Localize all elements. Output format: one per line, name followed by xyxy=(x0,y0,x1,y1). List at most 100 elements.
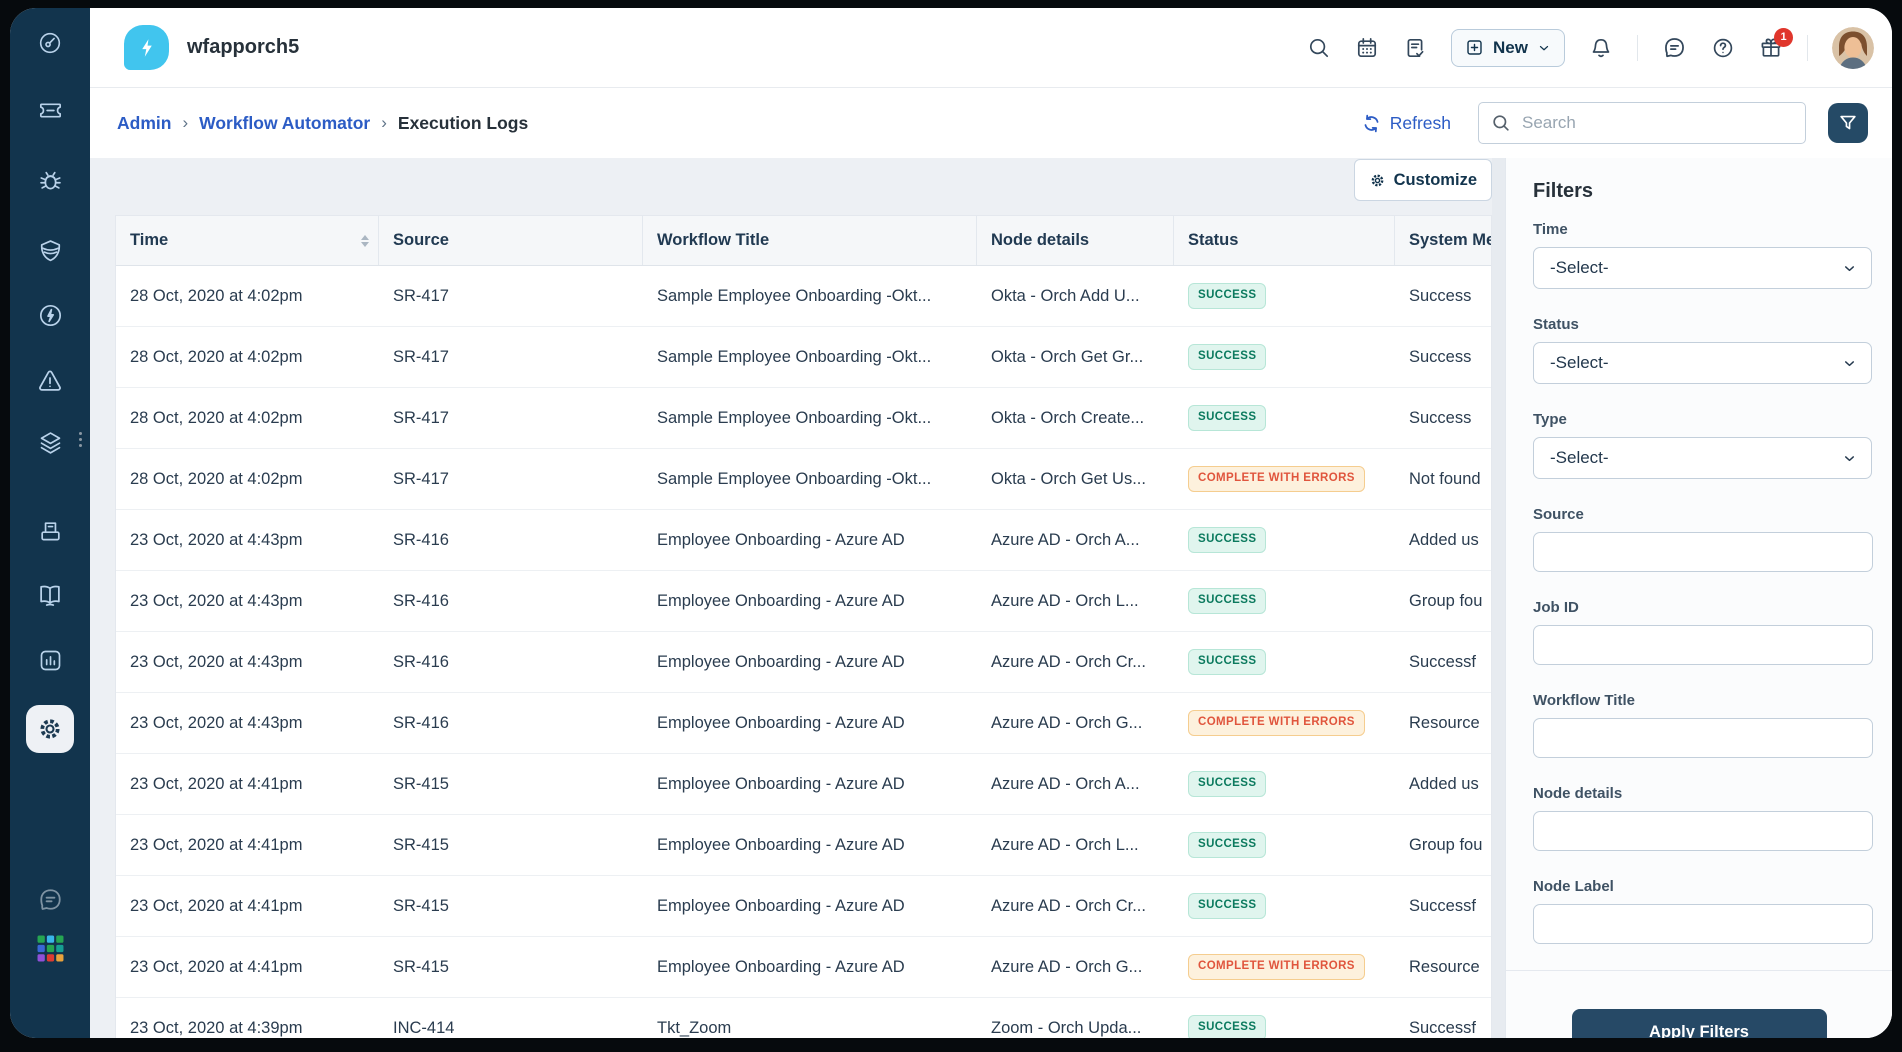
apply-filters-button[interactable]: Apply Filters xyxy=(1572,1009,1827,1038)
cell-status: COMPLETE WITH ERRORS xyxy=(1174,449,1395,509)
cell-time: 23 Oct, 2020 at 4:43pm xyxy=(116,632,379,692)
printer-icon[interactable] xyxy=(26,507,74,555)
shield-icon[interactable] xyxy=(26,226,74,274)
feedback-icon[interactable] xyxy=(1662,35,1687,60)
column-header-source[interactable]: Source xyxy=(379,216,643,265)
table-row[interactable]: 28 Oct, 2020 at 4:02pmSR-417Sample Emplo… xyxy=(116,388,1491,449)
table-row[interactable]: 28 Oct, 2020 at 4:02pmSR-417Sample Emplo… xyxy=(116,327,1491,388)
bug-icon[interactable] xyxy=(26,156,74,204)
status-badge: SUCCESS xyxy=(1188,893,1266,919)
cell-node-details: Azure AD - Orch G... xyxy=(977,937,1174,997)
table-row[interactable]: 23 Oct, 2020 at 4:41pmSR-415Employee Onb… xyxy=(116,876,1491,937)
table-row[interactable]: 23 Oct, 2020 at 4:39pmINC-414Tkt_ZoomZoo… xyxy=(116,998,1491,1038)
cell-node-details: Azure AD - Orch G... xyxy=(977,693,1174,753)
table-row[interactable]: 23 Oct, 2020 at 4:43pmSR-416Employee Onb… xyxy=(116,632,1491,693)
cell-node-details: Azure AD - Orch Cr... xyxy=(977,876,1174,936)
cell-workflow-title: Sample Employee Onboarding -Okt... xyxy=(643,327,977,387)
chevron-down-icon xyxy=(1842,451,1857,466)
search-icon[interactable] xyxy=(1307,36,1331,60)
app-grid-icon[interactable] xyxy=(26,924,74,972)
new-button[interactable]: New xyxy=(1451,29,1565,67)
cell-source: SR-417 xyxy=(379,449,643,509)
avatar[interactable] xyxy=(1832,27,1874,69)
gift-badge: 1 xyxy=(1774,28,1793,47)
customize-button[interactable]: Customize xyxy=(1354,159,1492,201)
breadcrumb: Admin › Workflow Automator › Execution L… xyxy=(90,88,1892,158)
bar-chart-icon[interactable] xyxy=(26,636,74,684)
sort-icon[interactable] xyxy=(361,235,369,247)
column-header-time[interactable]: Time xyxy=(116,216,379,265)
table-row[interactable]: 28 Oct, 2020 at 4:02pmSR-417Sample Emplo… xyxy=(116,266,1491,327)
column-header-workflow-title[interactable]: Workflow Title xyxy=(643,216,977,265)
gear-icon[interactable] xyxy=(26,705,74,753)
bolt-circle-icon[interactable] xyxy=(26,291,74,339)
cell-workflow-title: Tkt_Zoom xyxy=(643,998,977,1038)
sidebar-drag-handle[interactable] xyxy=(79,432,82,447)
column-header-node-details[interactable]: Node details xyxy=(977,216,1174,265)
cell-workflow-title: Employee Onboarding - Azure AD xyxy=(643,632,977,692)
cell-time: 23 Oct, 2020 at 4:43pm xyxy=(116,571,379,631)
search-input[interactable] xyxy=(1520,112,1793,134)
node-label-filter-input[interactable] xyxy=(1533,904,1873,944)
cell-source: SR-417 xyxy=(379,327,643,387)
table-row[interactable]: 23 Oct, 2020 at 4:43pmSR-416Employee Onb… xyxy=(116,693,1491,754)
gauge-icon[interactable] xyxy=(26,19,74,67)
status-badge: SUCCESS xyxy=(1188,832,1266,858)
cell-status: COMPLETE WITH ERRORS xyxy=(1174,693,1395,753)
divider xyxy=(1637,35,1638,61)
node-details-filter-label: Node details xyxy=(1533,785,1872,802)
cell-source: SR-417 xyxy=(379,388,643,448)
cell-time: 28 Oct, 2020 at 4:02pm xyxy=(116,266,379,326)
search-icon xyxy=(1491,113,1511,133)
status-badge: SUCCESS xyxy=(1188,344,1266,370)
cell-time: 23 Oct, 2020 at 4:41pm xyxy=(116,937,379,997)
cell-source: SR-417 xyxy=(379,266,643,326)
table-row[interactable]: 23 Oct, 2020 at 4:43pmSR-416Employee Onb… xyxy=(116,571,1491,632)
table-row[interactable]: 28 Oct, 2020 at 4:02pmSR-417Sample Emplo… xyxy=(116,449,1491,510)
workflow-title-filter-input[interactable] xyxy=(1533,718,1873,758)
sidebar xyxy=(10,8,90,1038)
type-filter-select[interactable]: -Select- xyxy=(1533,437,1872,479)
breadcrumb-link-admin[interactable]: Admin xyxy=(117,113,171,134)
app-title: wfapporch5 xyxy=(187,36,299,59)
table-row[interactable]: 23 Oct, 2020 at 4:43pmSR-416Employee Onb… xyxy=(116,510,1491,571)
time-filter-select[interactable]: -Select- xyxy=(1533,247,1872,289)
calendar-icon[interactable] xyxy=(1355,36,1379,60)
app-logo[interactable] xyxy=(124,25,169,70)
tasks-icon[interactable] xyxy=(1403,36,1427,60)
status-badge: SUCCESS xyxy=(1188,283,1266,309)
workflow-title-filter-label: Workflow Title xyxy=(1533,692,1872,709)
book-icon[interactable] xyxy=(26,571,74,619)
chat-bubble-icon[interactable] xyxy=(26,875,74,923)
layers-icon[interactable] xyxy=(26,418,74,466)
ticket-icon[interactable] xyxy=(26,86,74,134)
table-row[interactable]: 23 Oct, 2020 at 4:41pmSR-415Employee Onb… xyxy=(116,754,1491,815)
cell-status: SUCCESS xyxy=(1174,815,1395,875)
warning-triangle-icon[interactable] xyxy=(26,357,74,405)
top-bar: wfapporch5 New xyxy=(90,8,1892,88)
job-id-filter-input[interactable] xyxy=(1533,625,1873,665)
column-header-system-message[interactable]: System Message xyxy=(1395,216,1491,265)
job-id-filter-label: Job ID xyxy=(1533,599,1872,616)
cell-node-details: Azure AD - Orch L... xyxy=(977,815,1174,875)
refresh-button[interactable]: Refresh xyxy=(1361,113,1451,134)
table-row[interactable]: 23 Oct, 2020 at 4:41pmSR-415Employee Onb… xyxy=(116,937,1491,998)
column-header-status[interactable]: Status xyxy=(1174,216,1395,265)
cell-system-message: Resource xyxy=(1395,937,1491,997)
breadcrumb-link-workflow-automator[interactable]: Workflow Automator xyxy=(199,113,370,134)
source-filter-input[interactable] xyxy=(1533,532,1873,572)
status-filter-select[interactable]: -Select- xyxy=(1533,342,1872,384)
chevron-down-icon xyxy=(1842,356,1857,371)
gift-icon[interactable]: 1 xyxy=(1759,36,1783,60)
cell-source: SR-415 xyxy=(379,815,643,875)
node-details-filter-input[interactable] xyxy=(1533,811,1873,851)
vertical-scrollbar[interactable] xyxy=(1492,158,1505,1038)
gear-icon xyxy=(1369,172,1386,189)
cell-workflow-title: Sample Employee Onboarding -Okt... xyxy=(643,266,977,326)
cell-status: COMPLETE WITH ERRORS xyxy=(1174,937,1395,997)
filter-button[interactable] xyxy=(1828,103,1868,143)
bell-icon[interactable] xyxy=(1589,36,1613,60)
help-icon[interactable] xyxy=(1711,36,1735,60)
cell-status: SUCCESS xyxy=(1174,571,1395,631)
table-row[interactable]: 23 Oct, 2020 at 4:41pmSR-415Employee Onb… xyxy=(116,815,1491,876)
